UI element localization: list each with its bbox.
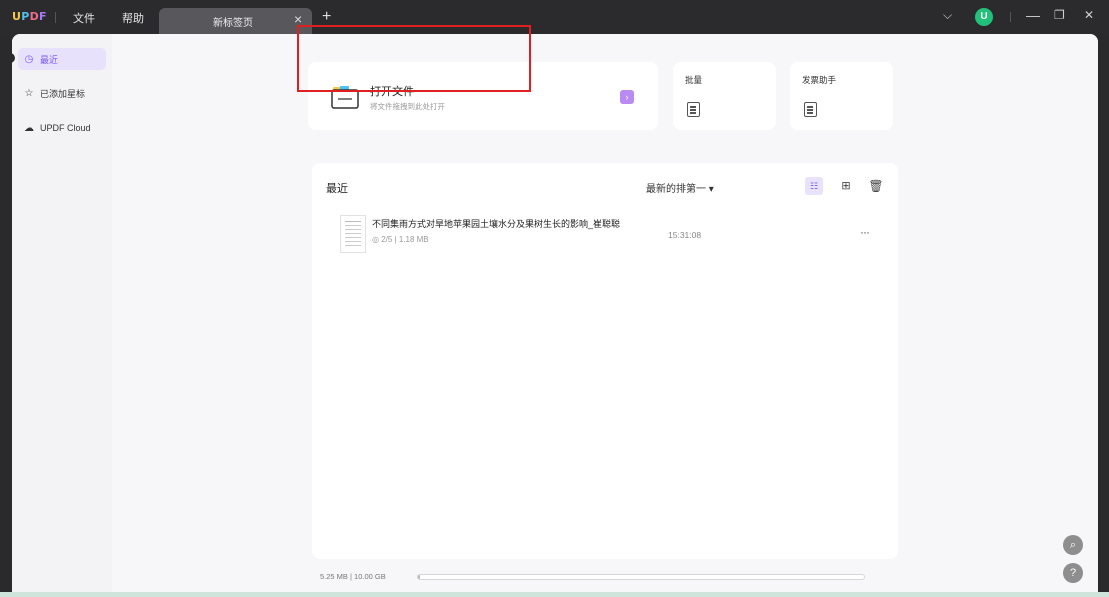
menu-file[interactable]: 文件 (73, 10, 95, 26)
sidebar-item-label: 已添加星标 (40, 88, 86, 99)
clock-icon: ◷ (24, 53, 34, 65)
batch-icon (687, 102, 700, 117)
title-bar: UPDF 文件 帮助 新标签页 × + ⌵ U — ❐ ✕ (0, 0, 1109, 34)
cloud-icon: ☁ (24, 122, 34, 134)
updf-logo[interactable]: UPDF (12, 10, 47, 23)
minimize-button[interactable]: — (1026, 7, 1040, 23)
file-thumbnail (340, 215, 366, 253)
help-icon[interactable]: ? (1063, 563, 1083, 583)
content-area: 打开文件 将文件拖拽到此处打开 › 批量 发票助手 最近 最新的排第一 ▾ ☷ … (112, 34, 1098, 592)
storage-progress-bar (417, 574, 865, 580)
invoice-assistant-card[interactable]: 发票助手 (790, 62, 893, 130)
menu-help[interactable]: 帮助 (122, 10, 144, 26)
sidebar-item-cloud[interactable]: ☁ UPDF Cloud (18, 117, 106, 139)
invoice-title: 发票助手 (802, 75, 837, 85)
highlight-box (297, 25, 531, 92)
storage-progress-fill (418, 575, 420, 579)
sort-dropdown[interactable]: 最新的排第一 ▾ (646, 180, 714, 195)
list-view-icon[interactable]: ☷ (805, 177, 823, 195)
bottom-strip (0, 592, 1109, 597)
chevron-right-icon[interactable]: › (620, 90, 634, 104)
search-icon[interactable]: ⌕ (1063, 535, 1083, 555)
recent-title: 最近 (326, 183, 348, 195)
batch-title: 批量 (685, 75, 703, 85)
file-meta: ◎ 2/5 | 1.18 MB (372, 235, 429, 244)
more-options-icon[interactable]: ··· (860, 225, 870, 239)
invoice-icon (804, 102, 817, 117)
open-file-subtitle: 将文件拖拽到此处打开 (370, 102, 445, 111)
controls-separator (1010, 12, 1011, 22)
main-window: ◷ 最近 ☆ 已添加星标 ☁ UPDF Cloud 打开文件 将文件拖拽到此处打… (12, 34, 1098, 592)
avatar[interactable]: U (975, 8, 993, 26)
batch-card[interactable]: 批量 (673, 62, 776, 130)
sidebar: ◷ 最近 ☆ 已添加星标 ☁ UPDF Cloud (12, 34, 112, 592)
file-time: 15:31:08 (668, 230, 702, 240)
list-item[interactable]: 不同集雨方式对旱地苹果园土壤水分及果树生长的影响_崔聪聪 ◎ 2/5 | 1.1… (326, 205, 886, 255)
close-window-button[interactable]: ✕ (1084, 8, 1094, 22)
sidebar-item-label: 最近 (40, 54, 59, 65)
trash-icon[interactable]: 🗑 (867, 177, 885, 195)
tab-new-tab[interactable]: 新标签页 × (159, 8, 312, 34)
recent-panel: 最近 最新的排第一 ▾ ☷ ⊞ 🗑 不同集雨方式对旱地苹果园土壤水分及果树生长的… (312, 163, 898, 559)
tab-label: 新标签页 (213, 18, 253, 29)
restore-button[interactable]: ❐ (1054, 8, 1065, 22)
title-separator (55, 12, 56, 23)
chevron-down-icon[interactable]: ⌵ (943, 8, 952, 23)
sidebar-item-label: UPDF Cloud (40, 123, 91, 133)
file-name: 不同集雨方式对旱地苹果园土壤水分及果树生长的影响_崔聪聪 (372, 219, 621, 229)
storage-usage-text: 5.25 MB | 10.00 GB (320, 572, 386, 581)
sidebar-item-starred[interactable]: ☆ 已添加星标 (18, 82, 106, 104)
sidebar-item-recent[interactable]: ◷ 最近 (18, 48, 106, 70)
star-icon: ☆ (24, 87, 34, 99)
grid-view-icon[interactable]: ⊞ (837, 177, 855, 195)
new-tab-button[interactable]: + (322, 8, 331, 26)
